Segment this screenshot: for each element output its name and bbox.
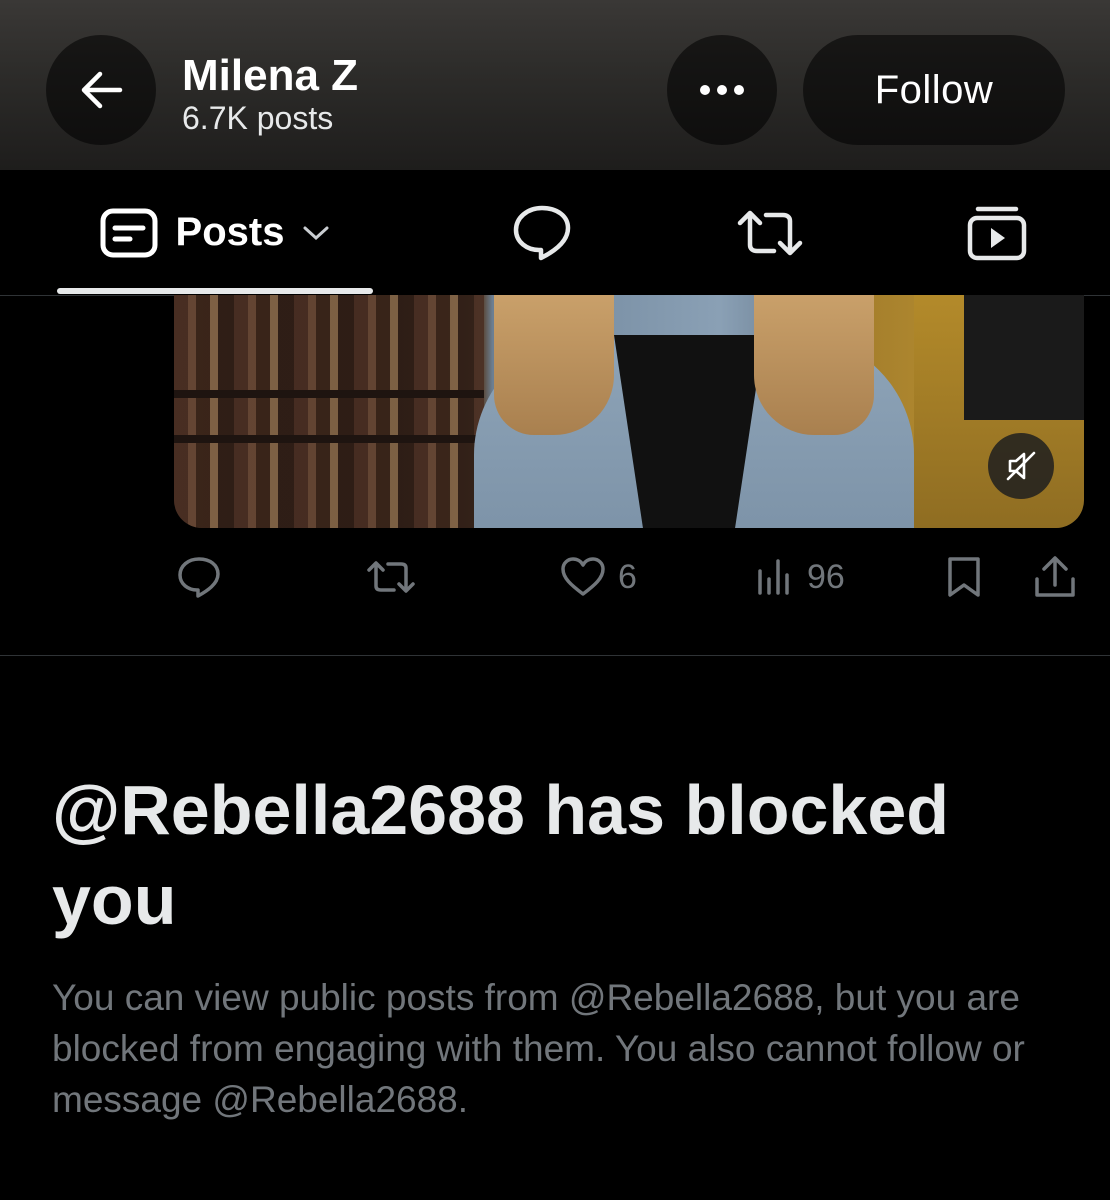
tab-posts[interactable]: Posts — [57, 170, 373, 295]
follow-button[interactable]: Follow — [803, 35, 1065, 145]
video-icon — [967, 206, 1027, 261]
view-count: 96 — [807, 557, 845, 596]
profile-header: Milena Z 6.7K posts Follow — [0, 0, 1110, 170]
blocked-title: @Rebella2688 has blocked you — [52, 771, 950, 939]
post-count: 6.7K posts — [182, 100, 334, 136]
repost-icon — [367, 561, 415, 593]
tab-posts-label: Posts — [175, 210, 285, 254]
arrow-left-icon — [81, 71, 123, 109]
like-button[interactable]: 6 — [560, 545, 637, 609]
heart-icon — [561, 557, 605, 596]
tab-reposts[interactable] — [735, 198, 805, 268]
analytics-icon — [758, 559, 789, 595]
like-count: 6 — [618, 557, 637, 596]
back-button[interactable] — [46, 35, 156, 145]
video-frame-detail — [174, 435, 484, 443]
mute-button[interactable] — [988, 433, 1054, 499]
profile-tabs: Posts — [0, 170, 1110, 296]
posts-icon — [100, 208, 158, 257]
profile-name: Milena Z — [182, 51, 359, 100]
divider — [0, 655, 1110, 656]
post-video[interactable] — [174, 295, 1084, 528]
video-frame-detail — [174, 390, 484, 398]
tab-media[interactable] — [962, 198, 1032, 268]
more-dots-icon — [700, 85, 744, 95]
chevron-down-icon — [303, 226, 329, 240]
bookmark-icon — [948, 557, 980, 597]
post-actions: 6 96 — [0, 545, 1110, 609]
reply-icon — [178, 557, 220, 598]
tab-replies[interactable] — [507, 198, 577, 268]
profile-title: Milena Z 6.7K posts — [182, 51, 359, 137]
repost-icon — [737, 210, 803, 256]
active-tab-indicator — [57, 288, 373, 294]
repost-button[interactable] — [366, 545, 416, 609]
video-frame-background — [174, 295, 484, 528]
bookmark-button[interactable] — [944, 545, 984, 609]
views-button[interactable]: 96 — [755, 545, 845, 609]
blocked-description: You can view public posts from @Rebella2… — [52, 977, 1025, 1120]
speaker-muted-icon — [1006, 451, 1036, 481]
video-frame-detail — [494, 295, 614, 435]
video-frame-detail — [754, 295, 874, 435]
reply-bubble-icon — [513, 205, 571, 261]
share-button[interactable] — [1032, 545, 1078, 609]
share-icon — [1035, 556, 1075, 597]
video-frame-detail — [964, 295, 1084, 420]
more-button[interactable] — [667, 35, 777, 145]
reply-button[interactable] — [176, 545, 222, 609]
